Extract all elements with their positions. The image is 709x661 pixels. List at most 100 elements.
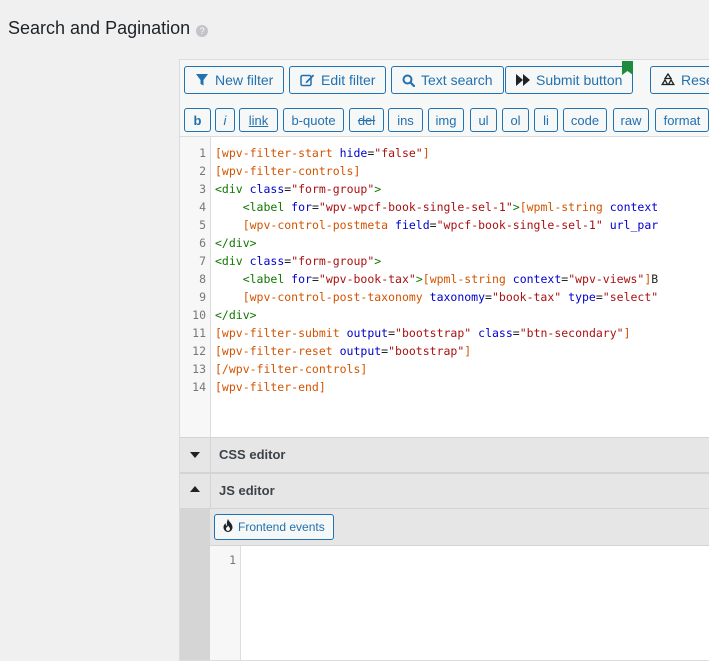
code-token: "wpv-book-tax" [318, 272, 416, 286]
code-token: hide [339, 146, 368, 160]
js-editor-label: JS editor [219, 483, 275, 498]
frontend-events-label: Frontend events [238, 520, 325, 534]
code-line: [wpv-control-post-taxonomy taxonomy="boo… [215, 288, 658, 306]
line-number: 10 [192, 308, 206, 322]
code-token: "book-tax" [491, 290, 562, 304]
line-number: 1 [199, 146, 206, 160]
flame-icon [223, 519, 233, 535]
code-token: for [291, 200, 312, 214]
line-number: 5 [199, 218, 206, 232]
code-line: [/wpv-filter-controls] [215, 360, 367, 378]
quicktag-code-button[interactable]: code [563, 108, 607, 132]
code-token: class [249, 254, 285, 268]
line-number: 11 [192, 326, 206, 340]
quicktag-link-button[interactable]: link [239, 108, 278, 132]
code-token: [wpv-filter-controls] [215, 164, 361, 178]
css-editor-caret-column [180, 438, 211, 472]
filter-code-editor[interactable]: 1 2 3 4 5 6 7 8 9 10 11 12 13 14 [wpv-filter-start hi… [180, 137, 709, 437]
code-token: <label [242, 272, 292, 286]
line-number: 3 [199, 182, 206, 196]
code-token: </div> [215, 308, 257, 322]
code-token: = [595, 290, 603, 304]
code-token: > [374, 182, 382, 196]
quicktag-del-button[interactable]: del [349, 108, 384, 132]
text-search-label: Text search [421, 72, 493, 88]
code-line: [wpv-filter-reset output="bootstrap"] [215, 342, 471, 360]
code-token: [wpv-control-postmeta [242, 218, 396, 232]
code-token: <div [215, 182, 250, 196]
line-number: 4 [199, 200, 206, 214]
edit-filter-label: Edit filter [321, 72, 376, 88]
code-line: [wpv-filter-controls] [215, 162, 360, 180]
code-token: output [339, 344, 382, 358]
code-token: > [374, 254, 382, 268]
js-editor-toolbar: Frontend events [210, 509, 709, 546]
new-filter-button[interactable]: New filter [184, 66, 285, 94]
code-token: "select" [602, 290, 659, 304]
code-token: class [249, 182, 285, 196]
code-token: [wpv-filter-reset [215, 344, 340, 358]
quicktag-bold-button[interactable]: b [184, 108, 211, 132]
line-number: 8 [199, 272, 206, 286]
submit-button-button[interactable]: Submit button [505, 61, 634, 94]
quicktag-bquote-button[interactable]: b-quote [283, 108, 344, 132]
line-number-gutter: 1 2 3 4 5 6 7 8 9 10 11 12 13 14 [180, 137, 211, 437]
edit-filter-button[interactable]: Edit filter [289, 66, 387, 94]
css-editor-label: CSS editor [219, 447, 286, 462]
code-line: [wpv-control-postmeta field="wpcf-book-s… [215, 216, 658, 234]
code-token: > [512, 200, 520, 214]
code-token: "bootstrap" [395, 326, 472, 340]
code-token: ] [623, 326, 631, 340]
code-token: "wpv-views" [568, 272, 645, 286]
code-token: </div> [215, 236, 257, 250]
filter-editor-panel: New filter Edit filter Text search Submi… [179, 59, 709, 661]
line-number: 2 [199, 164, 206, 178]
code-token: context [512, 272, 562, 286]
quicktag-italic-button[interactable]: i [215, 108, 235, 132]
filter-icon [195, 73, 209, 87]
recycle-icon [661, 73, 675, 87]
code-token: [wpv-filter-submit [215, 326, 347, 340]
quicktag-raw-button[interactable]: raw [613, 108, 649, 132]
quicktag-ins-button[interactable]: ins [388, 108, 423, 132]
code-line: <label for="wpv-book-tax">[wpml-string c… [215, 270, 659, 288]
text-search-button[interactable]: Text search [391, 66, 504, 94]
code-token: = [512, 326, 520, 340]
code-token: field [395, 218, 430, 232]
quicktag-img-button[interactable]: img [428, 108, 464, 132]
quicktag-ol-button[interactable]: ol [502, 108, 529, 132]
code-token: <label [242, 200, 292, 214]
help-icon[interactable]: ? [196, 24, 209, 37]
code-token: "bootstrap" [388, 344, 465, 358]
quicktag-format-button[interactable]: format [655, 108, 709, 132]
code-line: </div> [215, 306, 257, 324]
js-editor-caret-column [180, 474, 211, 508]
search-icon [402, 74, 415, 87]
code-token: class [478, 326, 513, 340]
code-token: [wpv-filter-end] [215, 380, 326, 394]
bookmark-icon [622, 61, 634, 75]
reset-button[interactable]: Rese [650, 66, 709, 94]
reset-label: Rese [681, 72, 709, 88]
fast-forward-icon [516, 74, 530, 86]
js-editor-body: Frontend events 1 [180, 509, 709, 660]
caret-up-icon [190, 486, 200, 492]
code-token: "btn-secondary" [519, 326, 624, 340]
code-token: url_par [609, 218, 659, 232]
quicktag-li-button[interactable]: li [534, 108, 558, 132]
js-line-number: 1 [229, 553, 236, 567]
js-code-input[interactable] [241, 546, 709, 660]
js-line-number-gutter: 1 [210, 546, 241, 660]
code-token: output [346, 326, 389, 340]
quicktag-ul-button[interactable]: ul [470, 108, 497, 132]
frontend-events-button[interactable]: Frontend events [214, 514, 334, 540]
css-editor-toggle[interactable]: CSS editor [180, 437, 709, 473]
code-line: [wpv-filter-submit output = "bootstrap" cl… [215, 324, 631, 342]
code-token: [wpv-filter-start [215, 146, 340, 160]
line-number: 6 [199, 236, 206, 250]
js-editor-toggle[interactable]: JS editor [180, 473, 709, 509]
